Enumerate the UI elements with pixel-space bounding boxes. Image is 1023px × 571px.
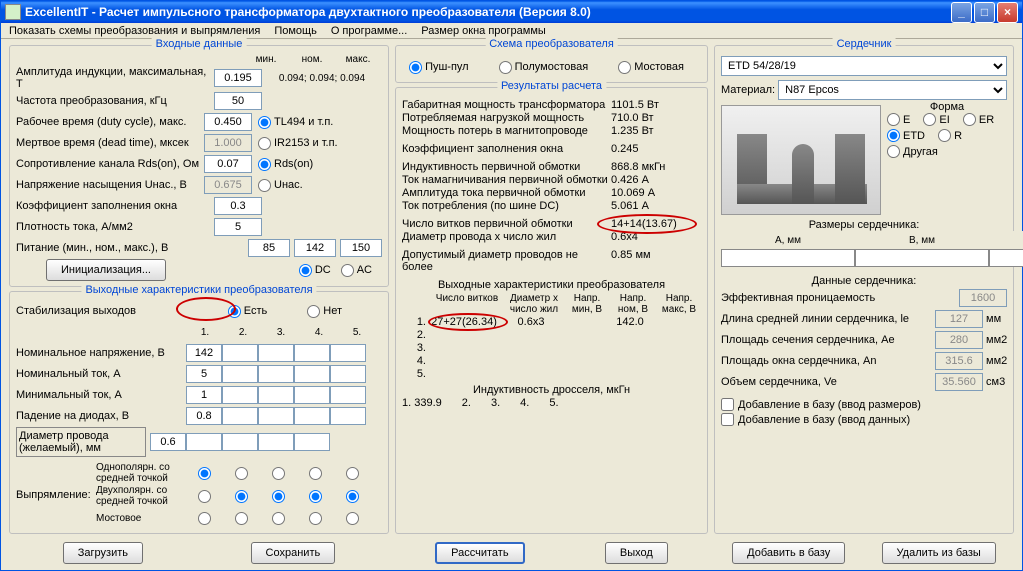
minimize-button[interactable]: _ xyxy=(951,2,972,23)
deadtime-input xyxy=(204,134,252,152)
dim-a[interactable] xyxy=(721,249,855,267)
calc-button[interactable]: Рассчитать xyxy=(435,542,524,564)
imin-out1[interactable] xyxy=(186,386,222,404)
dim-b[interactable] xyxy=(855,249,989,267)
app-icon xyxy=(5,4,21,20)
rect1-1[interactable] xyxy=(198,467,211,480)
out-panel-title: Выходные характеристики преобразователя xyxy=(81,284,316,296)
vnom-out1[interactable] xyxy=(186,344,222,362)
vdiode-out1[interactable] xyxy=(186,407,222,425)
rdson-radio[interactable] xyxy=(258,158,271,171)
scheme-pushpull[interactable] xyxy=(409,61,422,74)
vmin-input[interactable] xyxy=(248,239,290,257)
scheme-halfbridge[interactable] xyxy=(499,61,512,74)
ac-radio[interactable] xyxy=(341,264,354,277)
results-title: Результаты расчета xyxy=(497,80,606,92)
add-dims-check[interactable] xyxy=(721,398,734,411)
material-select[interactable]: N87 Epcos xyxy=(778,80,1007,100)
perm-input xyxy=(959,289,1007,307)
load-button[interactable]: Загрузить xyxy=(63,542,143,564)
scheme-title: Схема преобразователя xyxy=(485,38,618,50)
dc-radio[interactable] xyxy=(299,264,312,277)
inom-out1[interactable] xyxy=(186,365,222,383)
close-button[interactable]: × xyxy=(997,2,1018,23)
window-title: ExcellentIT - Расчет импульсного трансфо… xyxy=(25,5,951,19)
core-title: Сердечник xyxy=(833,38,896,50)
titlebar: ExcellentIT - Расчет импульсного трансфо… xyxy=(1,1,1022,23)
currentdensity-input[interactable] xyxy=(214,218,262,236)
menubar: Показать схемы преобразования и выпрямле… xyxy=(1,23,1022,39)
dim-c[interactable] xyxy=(989,249,1023,267)
input-panel-title: Входные данные xyxy=(152,38,247,50)
ve-input xyxy=(935,373,983,391)
shape-r[interactable] xyxy=(938,129,951,142)
shape-ei[interactable] xyxy=(923,113,936,126)
shape-e[interactable] xyxy=(887,113,900,126)
del-db-button[interactable]: Удалить из базы xyxy=(882,542,996,564)
maximize-button[interactable]: □ xyxy=(974,2,995,23)
exit-button[interactable]: Выход xyxy=(605,542,668,564)
add-db-button[interactable]: Добавить в базу xyxy=(732,542,845,564)
shape-other[interactable] xyxy=(887,145,900,158)
le-input xyxy=(935,310,983,328)
an-input xyxy=(935,352,983,370)
add-data-check[interactable] xyxy=(721,413,734,426)
duty-input[interactable] xyxy=(204,113,252,131)
scheme-bridge[interactable] xyxy=(618,61,631,74)
ae-input xyxy=(935,331,983,349)
fillfactor-input[interactable] xyxy=(214,197,262,215)
duty-tl494-radio[interactable] xyxy=(258,116,271,129)
shape-er[interactable] xyxy=(963,113,976,126)
stab-no-radio[interactable] xyxy=(307,305,320,318)
usat-radio[interactable] xyxy=(258,179,271,192)
shape-etd[interactable] xyxy=(887,129,900,142)
vnom-input[interactable] xyxy=(294,239,336,257)
wire-out1[interactable] xyxy=(150,433,186,451)
init-button[interactable]: Инициализация... xyxy=(46,259,166,281)
freq-input[interactable] xyxy=(214,92,262,110)
usat-input xyxy=(204,176,252,194)
vmax-input[interactable] xyxy=(340,239,382,257)
save-button[interactable]: Сохранить xyxy=(251,542,336,564)
induction-input[interactable] xyxy=(214,69,262,87)
rdson-input[interactable] xyxy=(204,155,252,173)
core-image xyxy=(721,105,881,215)
core-select[interactable]: ETD 54/28/19 xyxy=(721,56,1007,76)
menu-about[interactable]: О программе... xyxy=(331,25,407,37)
duty-ir2153-radio[interactable] xyxy=(258,137,271,150)
menu-schemes[interactable]: Показать схемы преобразования и выпрямле… xyxy=(9,25,260,37)
stab-yes-radio[interactable] xyxy=(228,305,241,318)
menu-help[interactable]: Помощь xyxy=(274,25,317,37)
menu-winsize[interactable]: Размер окна программы xyxy=(421,25,546,37)
